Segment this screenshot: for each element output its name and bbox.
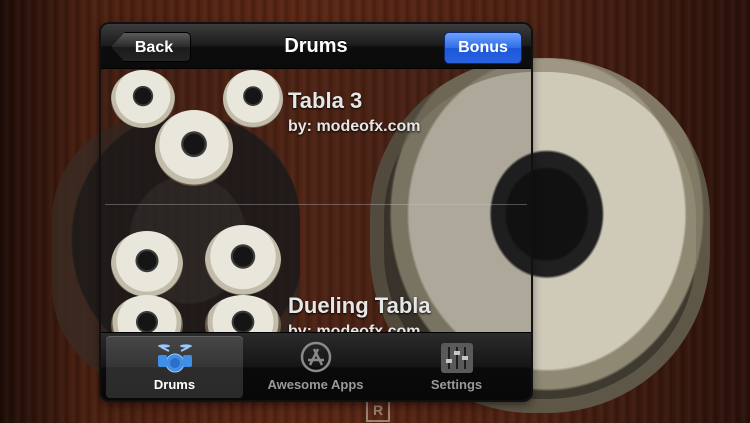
sliders-icon	[440, 343, 473, 373]
item-author: by: modeofx.com	[288, 118, 421, 135]
item-title: Tabla 3	[288, 88, 363, 113]
tab-settings[interactable]: Settings	[388, 336, 525, 398]
item-title: Dueling Tabla	[288, 293, 431, 318]
tab-label: Drums	[153, 377, 196, 392]
dueling-tabla-thumbnail	[107, 205, 281, 355]
list-item[interactable]: Dueling Tabla by: modeofx.com	[101, 205, 531, 355]
tab-label: Settings	[430, 377, 483, 392]
tab-awesome-apps[interactable]: Awesome Apps	[247, 336, 384, 398]
drum-list: Tabla 3 by: modeofx.com Dueling Tabla by…	[101, 68, 531, 356]
tab-drums[interactable]: Drums	[106, 336, 243, 398]
bonus-button[interactable]: Bonus	[444, 32, 522, 64]
list-item[interactable]: Tabla 3 by: modeofx.com	[101, 68, 531, 205]
tabla-3-thumbnail	[107, 68, 283, 205]
drum-kit-icon	[157, 344, 192, 373]
watermark-badge: R	[366, 398, 390, 422]
navigation-bar: Back Drums Bonus	[101, 24, 531, 69]
tab-label: Awesome Apps	[267, 377, 364, 392]
tab-bar: Drums Awesome Apps Settings	[101, 332, 531, 400]
drums-panel: Back Drums Bonus Tabla 3 by: modeofx.com…	[101, 24, 531, 400]
app-store-icon	[300, 341, 331, 373]
